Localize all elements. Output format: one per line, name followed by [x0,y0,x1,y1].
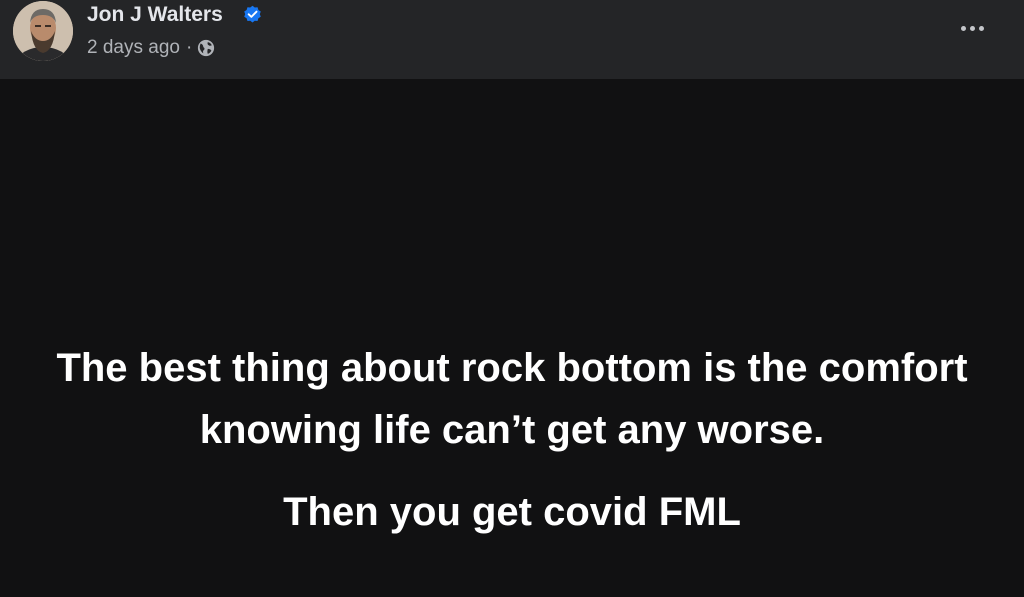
facebook-post: Jon J Walters 2 days ago · The best thin… [0,0,1024,597]
post-text: The best thing about rock bottom is the … [0,337,1024,543]
verified-badge-icon [244,5,261,23]
more-options-icon[interactable] [952,14,992,42]
author-name[interactable]: Jon J Walters [87,3,223,27]
post-meta: 2 days ago · [87,36,215,60]
globe-icon[interactable] [197,39,215,57]
post-text-line-2: Then you get covid FML [283,490,741,534]
more-dot [969,25,975,31]
avatar-image [13,1,73,61]
more-dot [978,25,984,31]
avatar[interactable] [13,1,73,61]
post-timestamp[interactable]: 2 days ago [87,37,180,59]
post-header: Jon J Walters 2 days ago · [0,0,1024,79]
post-text-line-1: The best thing about rock bottom is the … [56,346,968,452]
post-body: The best thing about rock bottom is the … [0,79,1024,597]
more-dot [960,25,966,31]
meta-separator: · [185,37,193,58]
